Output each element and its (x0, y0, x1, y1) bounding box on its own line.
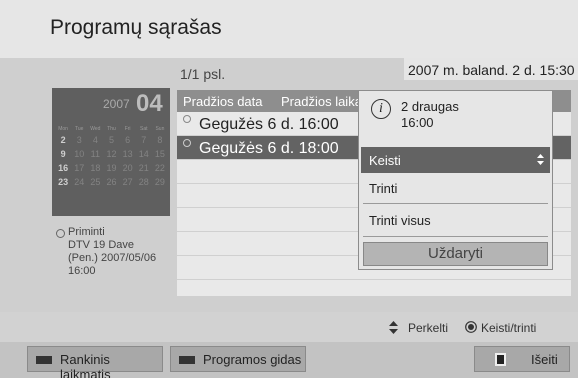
calendar-date: 8 (157, 135, 163, 145)
calendar-date: 26 (106, 177, 117, 187)
calendar-day-name: Mon (58, 126, 68, 132)
page-indicator: 1/1 psl. (180, 66, 226, 82)
header-bar: Programų sąrašas (0, 0, 578, 58)
row-datetime: Gegužės 6 d. 18:00 (199, 140, 339, 157)
calendar-panel: 2007 04 Mon Tue Wed Thu Fri Sat Sun 2 3 4 5 6 7 8 9 10… (52, 88, 170, 216)
popup-program-time: 16:00 (401, 115, 434, 130)
row-datetime: Gegužės 6 d. 16:00 (199, 116, 339, 133)
calendar-date: 13 (122, 149, 133, 159)
calendar-date: 3 (76, 135, 82, 145)
column-start-time[interactable]: Pradžios laika (281, 94, 362, 109)
calendar-date: 23 (58, 177, 69, 187)
ok-button-icon (465, 321, 477, 333)
calendar-date: 24 (74, 177, 85, 187)
clock-icon (183, 139, 191, 147)
reminder-line: DTV 19 Dave (68, 239, 135, 251)
clock-icon (183, 115, 191, 123)
calendar-day-name: Sat (140, 126, 148, 132)
exit-door-icon (495, 353, 506, 366)
calendar-date: 4 (92, 135, 98, 145)
calendar-date: 5 (108, 135, 114, 145)
calendar-date: 28 (138, 177, 149, 187)
calendar-date: 2 (60, 135, 66, 145)
edit-option[interactable]: Keisti (361, 147, 550, 173)
calendar-month: 04 (136, 90, 163, 117)
exit-label: Išeiti (531, 352, 558, 367)
calendar-date: 29 (154, 177, 165, 187)
move-hint: Perkelti (408, 321, 449, 335)
delete-all-option[interactable]: Trinti visus (361, 207, 550, 233)
hint-bar: Perkelti Keisti/trinti (0, 312, 578, 342)
info-icon: i (371, 99, 391, 119)
calendar-day-name: Tue (74, 126, 84, 132)
exit-button[interactable]: Išeiti (474, 346, 570, 372)
popup-program-name: 2 draugas (401, 99, 459, 114)
close-button[interactable]: Uždaryti (363, 242, 548, 266)
calendar-day-name: Sun (155, 126, 165, 132)
calendar-date: 10 (74, 149, 85, 159)
divider (363, 203, 548, 204)
footer-bar: Rankinis laikmatis Programos gidas Išeit… (0, 342, 578, 378)
color-key-icon (179, 356, 195, 364)
calendar-date: 11 (90, 149, 101, 159)
column-start-date[interactable]: Pradžios data (183, 94, 263, 109)
calendar-day-name: Thu (107, 126, 116, 132)
reminder-line: Priminti (68, 226, 105, 238)
calendar-date: 21 (138, 163, 149, 173)
popup-title: 2 draugas 16:00 (401, 99, 459, 131)
calendar-date: 22 (154, 163, 165, 173)
calendar-grid: 2 3 4 5 6 7 8 9 10 11 12 13 14 15 16 17 18 19 20 21 22 23 24 25… (55, 135, 168, 187)
calendar-date: 25 (90, 177, 101, 187)
calendar-date: 12 (106, 149, 117, 159)
manual-timer-button[interactable]: Rankinis laikmatis (27, 346, 163, 378)
calendar-year: 2007 (103, 97, 130, 111)
manual-timer-label: Rankinis laikmatis (60, 352, 111, 378)
calendar-date: 18 (90, 163, 101, 173)
color-key-icon (36, 356, 52, 364)
edit-delete-hint: Keisti/trinti (481, 321, 537, 335)
updown-arrow-icon (389, 321, 398, 334)
delete-option[interactable]: Trinti (361, 175, 550, 201)
calendar-date: 16 (58, 163, 69, 173)
calendar-date: 27 (122, 177, 133, 187)
calendar-date: 20 (122, 163, 133, 173)
reminder-line: (Pen.) 2007/05/06 (68, 252, 157, 264)
calendar-day-name: Wed (90, 126, 101, 132)
options-popup: i 2 draugas 16:00 Keisti Trinti Trinti v… (358, 90, 553, 270)
calendar-date: 17 (74, 163, 85, 173)
calendar-date: 9 (60, 149, 66, 159)
calendar-date: 7 (141, 135, 147, 145)
calendar-day-names: Mon Tue Wed Thu Fri Sat Sun (55, 126, 168, 132)
calendar-date: 14 (138, 149, 149, 159)
calendar-date: 6 (125, 135, 131, 145)
calendar-date: 19 (106, 163, 117, 173)
reminder-line: 16:00 (68, 265, 96, 277)
reminder-info: Priminti DTV 19 Dave (Pen.) 2007/05/06 1… (56, 226, 156, 278)
program-guide-button[interactable]: Programos gidas (170, 346, 306, 372)
program-guide-label: Programos gidas (203, 352, 302, 367)
page-title: Programų sąrašas (50, 16, 222, 39)
divider (363, 236, 548, 237)
calendar-date: 15 (154, 149, 165, 159)
calendar-day-name: Fri (124, 126, 131, 132)
edit-option-label: Keisti (369, 153, 401, 168)
clock-icon (56, 229, 65, 238)
current-datetime: 2007 m. baland. 2 d. 15:30 (404, 58, 578, 80)
updown-arrow-icon (537, 154, 544, 165)
